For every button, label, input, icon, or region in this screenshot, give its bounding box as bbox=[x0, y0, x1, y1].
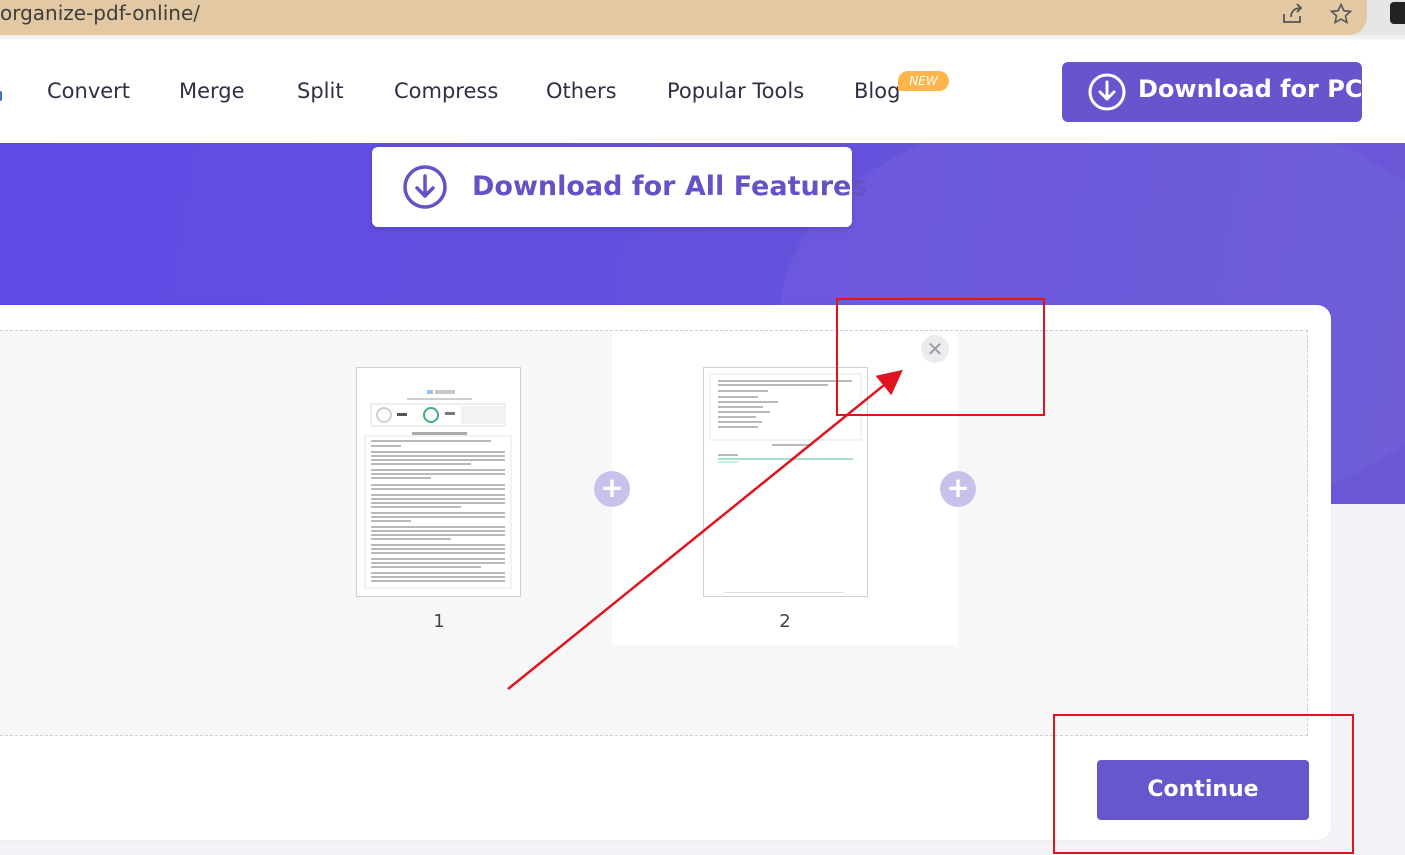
share-icon[interactable] bbox=[1280, 0, 1306, 28]
nav-convert[interactable]: Convert bbox=[47, 79, 130, 103]
page-preview-image bbox=[364, 390, 512, 589]
nav-others[interactable]: Others bbox=[546, 79, 617, 103]
download-all-features-button[interactable]: Download for All Features bbox=[372, 147, 867, 227]
download-icon bbox=[403, 165, 447, 209]
download-icon bbox=[1088, 73, 1126, 111]
extension-icon[interactable] bbox=[1390, 2, 1405, 24]
star-icon[interactable] bbox=[1328, 0, 1354, 28]
download-for-pc-label: Download for PC bbox=[1138, 75, 1363, 103]
insert-page-button[interactable]: + bbox=[940, 471, 976, 507]
logo-fragment bbox=[0, 91, 2, 101]
nav-blog[interactable]: Blog bbox=[854, 79, 900, 103]
address-bar[interactable]: organize-pdf-online/ bbox=[0, 0, 1367, 35]
nav-compress[interactable]: Compress bbox=[394, 79, 498, 103]
download-for-pc-button[interactable]: Download for PC bbox=[1062, 62, 1362, 122]
page-thumbnail-1[interactable] bbox=[356, 367, 521, 597]
page-number-1: 1 bbox=[433, 611, 445, 632]
annotation-box-delete bbox=[836, 298, 1045, 416]
nav-split[interactable]: Split bbox=[297, 79, 344, 103]
page-number-2: 2 bbox=[779, 611, 791, 632]
annotation-box-continue bbox=[1053, 714, 1354, 854]
nav-merge[interactable]: Merge bbox=[179, 79, 245, 103]
url-text[interactable]: organize-pdf-online/ bbox=[0, 0, 200, 27]
nav-popular-tools[interactable]: Popular Tools bbox=[667, 79, 804, 103]
download-all-features-label: Download for All Features bbox=[472, 171, 868, 202]
insert-page-button[interactable]: + bbox=[594, 471, 630, 507]
new-badge: NEW bbox=[898, 71, 949, 91]
